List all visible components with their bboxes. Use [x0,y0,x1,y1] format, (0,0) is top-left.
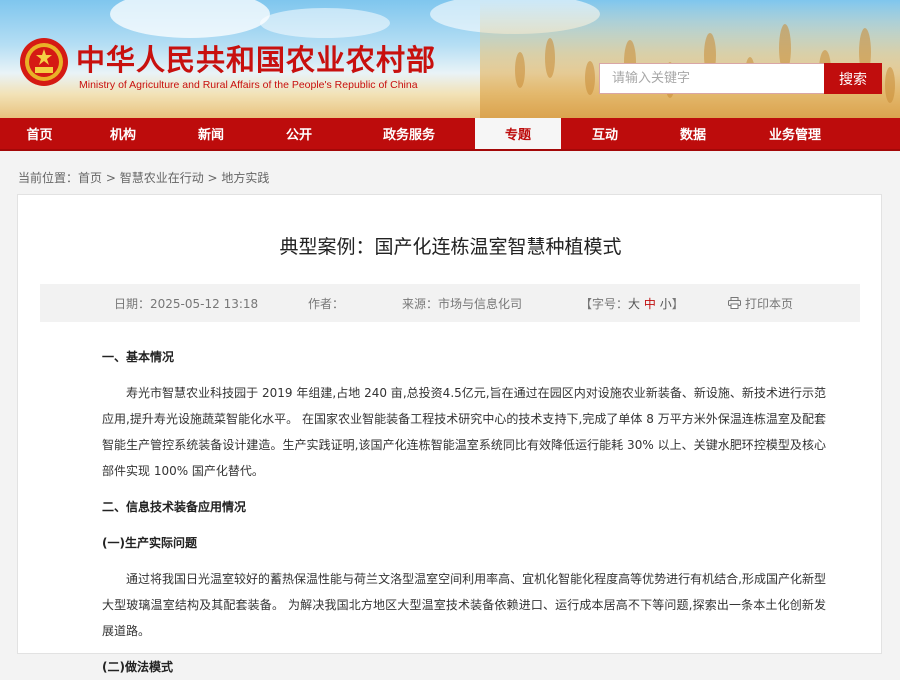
site-subtitle: Ministry of Agriculture and Rural Affair… [79,79,418,91]
source-value: 市场与信息化司 [438,297,523,311]
breadcrumb-separator: > [203,171,222,185]
nav-item-topics[interactable]: 专题 [475,118,561,149]
print-page-button[interactable]: 打印本页 [728,295,793,312]
breadcrumb-link-local-practice[interactable]: 地方实践 [221,171,269,185]
article-body: 一、基本情况 寿光市智慧农业科技园于 2019 年组建,占地 240 亩,总投资… [102,344,826,680]
font-size-small-button[interactable]: 小 [660,297,672,311]
author-label: 作者： [308,297,345,311]
article-date: 日期：2025-05-12 13:18 [114,295,258,312]
nav-item-organization[interactable]: 机构 [79,118,167,149]
cloud-decoration [110,0,270,38]
breadcrumb-link-smart-agriculture[interactable]: 智慧农业在行动 [120,171,204,185]
subsection-heading: (二)做法模式 [102,660,173,674]
breadcrumb-link-home[interactable]: 首页 [78,171,102,185]
search-box [599,63,825,94]
site-title[interactable]: 中华人民共和国农业农村部 [76,37,436,79]
font-size-control: 【字号：大 中 小】 [580,295,684,312]
search-input[interactable] [600,64,824,93]
wheat-field-image [480,0,900,118]
nav-item-public[interactable]: 公开 [255,118,343,149]
section-heading: 二、信息技术装备应用情况 [102,500,247,514]
subsection-heading: (一)生产实际问题 [102,536,197,550]
cloud-decoration [260,8,390,38]
nav-item-news[interactable]: 新闻 [167,118,255,149]
article-title: 典型案例：国产化连栋温室智慧种植模式 [279,236,622,258]
font-size-open: 【字号： [580,297,629,311]
paragraph: 通过将我国日光温室较好的蓄热保温性能与荷兰文洛型温室空间利用率高、宜机化智能化程… [102,572,826,638]
source-label: 来源： [402,297,439,311]
article-source: 来源：市场与信息化司 [402,295,522,312]
font-size-medium-button[interactable]: 中 [644,297,656,311]
search-button[interactable]: 搜索 [824,63,882,94]
national-emblem-icon [20,38,68,86]
article-author: 作者： [308,295,344,312]
paragraph: 寿光市智慧农业科技园于 2019 年组建,占地 240 亩,总投资4.5亿元,旨… [102,386,826,478]
breadcrumb: 当前位置：首页 > 智慧农业在行动 > 地方实践 [18,169,269,186]
print-label: 打印本页 [745,297,794,311]
font-size-close: 】 [671,297,684,311]
nav-item-home[interactable]: 首页 [0,118,79,149]
breadcrumb-separator: > [102,171,120,185]
printer-icon [728,297,741,309]
article-container: 典型案例：国产化连栋温室智慧种植模式 日期：2025-05-12 13:18 作… [17,194,882,674]
nav-item-business-management[interactable]: 业务管理 [737,118,853,149]
header-banner: 中华人民共和国农业农村部 Ministry of Agriculture and… [0,0,900,118]
font-size-big-button[interactable]: 大 [628,297,640,311]
date-label: 日期： [114,297,151,311]
date-value: 2025-05-12 13:18 [150,297,259,311]
nav-item-interaction[interactable]: 互动 [561,118,649,149]
nav-item-data[interactable]: 数据 [649,118,737,149]
breadcrumb-prefix: 当前位置： [18,171,79,185]
nav-item-government-services[interactable]: 政务服务 [343,118,475,149]
article-meta-bar: 日期：2025-05-12 13:18 作者： 来源：市场与信息化司 【字号：大… [40,284,860,322]
section-heading: 一、基本情况 [102,350,175,364]
main-nav: 首页 机构 新闻 公开 政务服务 专题 互动 数据 业务管理 [0,118,900,151]
